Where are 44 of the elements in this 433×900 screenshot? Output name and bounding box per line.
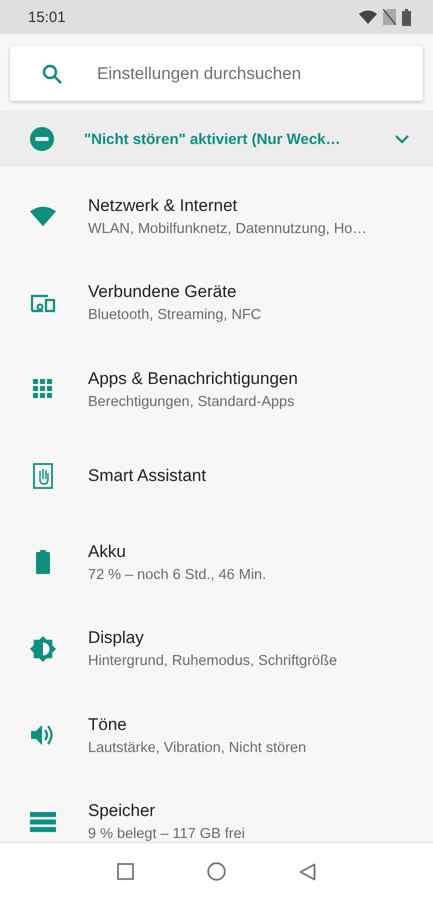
item-title: Speicher bbox=[88, 801, 156, 822]
item-title: Apps & Benachrichtigungen bbox=[88, 368, 298, 389]
speaker-icon bbox=[31, 724, 55, 746]
item-title: Töne bbox=[88, 714, 128, 735]
brightness-icon bbox=[30, 634, 56, 663]
item-subtitle: Lautstärke, Vibration, Nicht stören bbox=[88, 740, 306, 756]
battery-icon bbox=[402, 8, 411, 26]
item-subtitle: Hintergrund, Ruhemodus, Schriftgröße bbox=[88, 653, 338, 670]
settings-item[interactable]: Netzwerk & Internet WLAN, Mobilfunknetz, Datennutzung, Ho… bbox=[0, 173, 433, 260]
triangle-icon bbox=[299, 862, 316, 880]
item-title: Akku bbox=[88, 542, 127, 562]
settings-item[interactable]: Smart Assistant bbox=[0, 432, 433, 519]
apps-grid-icon bbox=[33, 379, 53, 400]
settings-item[interactable]: Speicher 9 % belegt – 117 GB frei bbox=[0, 778, 433, 842]
settings-item[interactable]: Display Hintergrund, Ruhemodus, Schriftgröße bbox=[0, 606, 433, 692]
devices-icon bbox=[30, 292, 56, 313]
item-title: Display bbox=[88, 628, 145, 648]
settings-item[interactable]: Verbundene Geräte Bluetooth, Streaming, NFC bbox=[0, 260, 433, 346]
battery-icon bbox=[36, 550, 50, 574]
item-subtitle: WLAN, Mobilfunknetz, Datennutzung, Ho… bbox=[88, 220, 367, 237]
item-subtitle: 72 % – noch 6 Std., 46 Min. bbox=[88, 566, 266, 583]
chevron-icon[interactable] bbox=[395, 134, 409, 144]
wifi-icon bbox=[359, 10, 377, 24]
search-field[interactable]: Einstellungen durchsuchen bbox=[95, 62, 403, 84]
do-not-disturb-text: "Nicht stören" aktiviert (Nur Weck… bbox=[84, 130, 342, 148]
item-subtitle: Bluetooth, Streaming, NFC bbox=[88, 307, 262, 324]
search-bar[interactable]: Einstellungen durchsuchen bbox=[10, 46, 423, 101]
item-subtitle: 9 % belegt – 117 GB frei bbox=[88, 826, 245, 842]
status-time: 15:01 bbox=[28, 8, 66, 26]
item-title: Verbundene Geräte bbox=[88, 282, 238, 302]
item-title: Netzwerk & Internet bbox=[88, 196, 238, 216]
do-not-disturb-icon bbox=[30, 127, 54, 151]
settings-item[interactable]: Akku 72 % – noch 6 Std., 46 Min. bbox=[0, 519, 433, 606]
circle-icon bbox=[206, 862, 226, 881]
wifi-icon bbox=[30, 205, 56, 228]
hand-icon bbox=[33, 462, 53, 489]
settings-item[interactable]: Töne Lautstärke, Vibration, Nicht stören bbox=[0, 692, 433, 778]
square-icon bbox=[116, 863, 134, 880]
search-icon bbox=[42, 64, 62, 84]
item-subtitle: Berechtigungen, Standard-Apps bbox=[88, 394, 296, 410]
item-title: Smart Assistant bbox=[88, 466, 206, 486]
storage-icon bbox=[30, 812, 56, 832]
no-sim-icon bbox=[383, 9, 396, 25]
settings-item[interactable]: Apps & Benachrichtigungen Berechtigungen, Standard-Apps bbox=[0, 346, 433, 432]
